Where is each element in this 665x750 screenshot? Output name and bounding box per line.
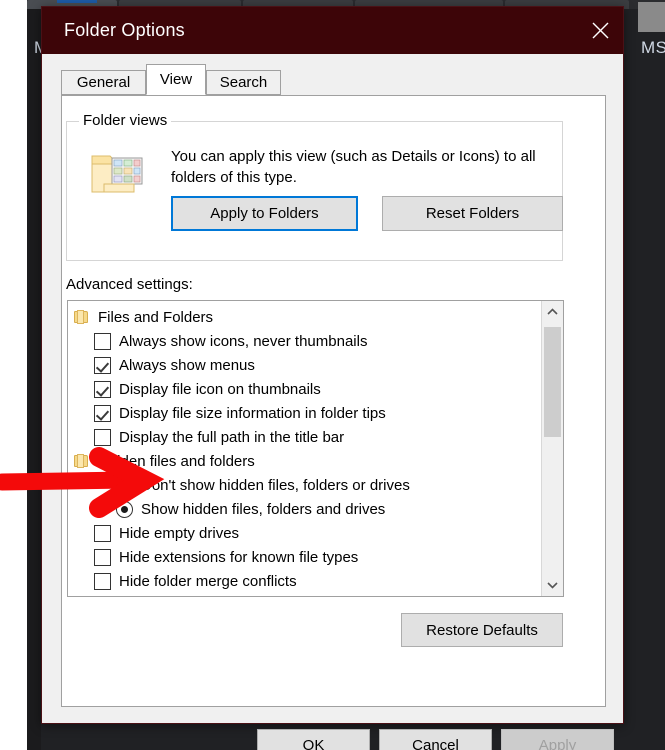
settings-row-label: Hide extensions for known file types [119,548,359,566]
radio-icon[interactable] [116,476,133,494]
checkbox-icon[interactable] [94,524,111,542]
background-right-panel [638,2,665,32]
dialog-titlebar: Folder Options [42,7,623,54]
checkbox-icon[interactable] [94,548,111,566]
settings-row-label: Display file size information in folder … [119,404,386,422]
dialog-title: Folder Options [64,20,185,40]
advanced-settings-list[interactable]: Files and Folders Always show icons, neve… [67,300,564,597]
checkbox-checked-icon[interactable] [94,404,111,422]
settings-row-label: Hidden files and folders [98,452,255,470]
settings-option-row[interactable]: Don't show hidden files, folders or driv… [68,473,541,497]
settings-option-row[interactable]: Show hidden files, folders and drives [68,497,541,521]
advanced-settings-scrollbar[interactable] [541,301,563,596]
tab-search-label: Search [219,74,268,91]
folder-views-icon [90,150,144,198]
folder-views-group: Folder views You can apply this view (su… [66,112,563,261]
tab-view-label: View [159,71,193,88]
settings-row-label: Don't show hidden files, folders or driv… [141,476,410,494]
tab-view[interactable]: View [146,64,206,95]
settings-option-row[interactable]: Display file icon on thumbnails [68,377,541,401]
settings-row-label: Display the full path in the title bar [119,428,345,446]
settings-row-label: Files and Folders [98,308,214,326]
apply-button: Apply [501,729,614,750]
settings-option-row[interactable]: Display file size information in folder … [68,401,541,425]
settings-row-label: Hide protected operating system files (R… [119,597,482,598]
tabstrip: General View Search [61,64,606,96]
tab-general-label: General [76,74,131,91]
background-tab-accent [57,0,97,3]
folder-views-description: You can apply this view (such as Details… [171,148,536,186]
ok-button[interactable]: OK [257,729,370,750]
apply-to-folders-button[interactable]: Apply to Folders [171,196,358,231]
settings-row-label: Hide empty drives [119,524,240,542]
background-side-stripe [27,9,41,750]
settings-group-row: Hidden files and folders [68,449,541,473]
scrollbar-thumb[interactable] [544,327,561,437]
folder-icon [74,454,89,468]
tab-search[interactable]: Search [206,70,281,95]
folder-icon [74,310,89,324]
settings-row-label: Hide folder merge conflicts [119,572,297,590]
settings-group-row: Files and Folders [68,305,541,329]
settings-option-row[interactable]: Hide extensions for known file types [68,545,541,569]
settings-option-row[interactable]: Display the full path in the title bar [68,425,541,449]
settings-option-row[interactable]: Always show menus [68,353,541,377]
checkbox-icon[interactable] [94,428,111,446]
folder-views-legend: Folder views [79,112,172,129]
tab-general[interactable]: General [61,70,146,95]
settings-option-row[interactable]: Hide protected operating system files (R… [68,593,541,598]
settings-row-label: Display file icon on thumbnails [119,380,321,398]
screen: M MS Folder Options General View [0,0,665,750]
settings-row-label: Show hidden files, folders and drives [141,500,386,518]
background-right-text: MS [641,38,665,57]
advanced-settings-label: Advanced settings: [66,276,193,293]
settings-option-row[interactable]: Hide empty drives [68,521,541,545]
settings-option-row[interactable]: Hide folder merge conflicts [68,569,541,593]
checkbox-icon[interactable] [94,572,111,590]
close-icon[interactable] [577,7,623,54]
advanced-settings-rows: Files and Folders Always show icons, neve… [68,301,541,598]
cancel-button[interactable]: Cancel [379,729,492,750]
dialog-body: General View Search Folder views You can… [42,54,623,750]
settings-option-row[interactable]: Always show icons, never thumbnails [68,329,541,353]
chevron-down-icon[interactable] [542,574,563,596]
checkbox-checked-icon[interactable] [94,380,111,398]
folder-options-dialog: Folder Options General View Search Folde… [41,6,624,750]
restore-defaults-button[interactable]: Restore Defaults [401,613,563,647]
checkbox-icon[interactable] [94,332,111,350]
settings-row-label: Always show icons, never thumbnails [119,332,368,350]
settings-row-label: Always show menus [119,356,255,374]
radio-selected-icon[interactable] [116,500,133,518]
reset-folders-button[interactable]: Reset Folders [382,196,563,231]
chevron-up-icon[interactable] [542,301,563,323]
checkbox-icon[interactable] [94,597,111,598]
checkbox-checked-icon[interactable] [94,356,111,374]
